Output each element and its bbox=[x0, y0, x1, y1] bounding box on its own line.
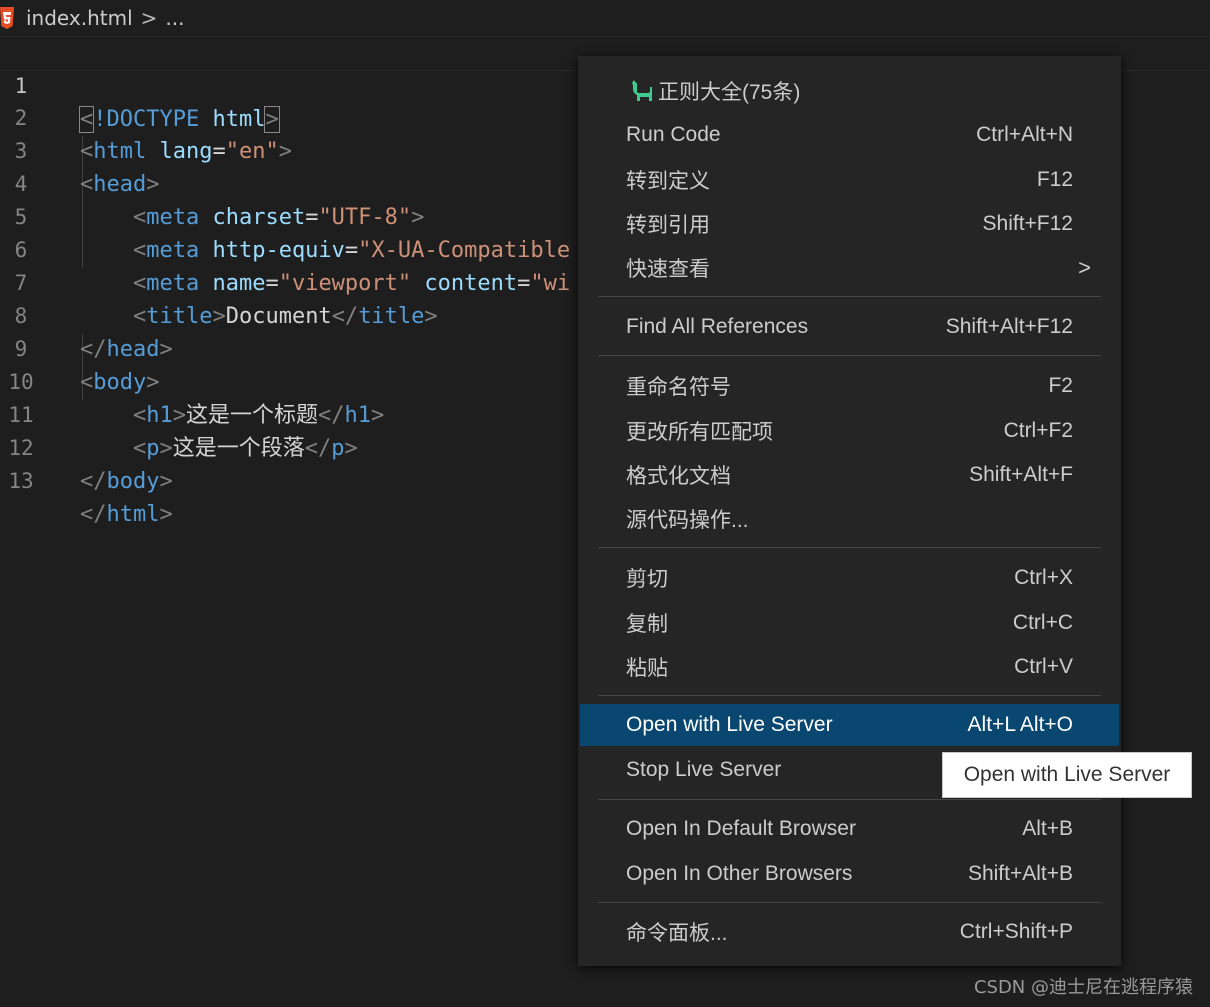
menu-item-go-to-definition[interactable]: 转到定义 F12 bbox=[580, 159, 1119, 201]
breadcrumb-file[interactable]: index.html bbox=[26, 6, 133, 30]
menu-item-copy[interactable]: 复制 Ctrl+C bbox=[580, 602, 1119, 644]
menu-item-change-all-occurrences[interactable]: 更改所有匹配项 Ctrl+F2 bbox=[580, 410, 1119, 452]
menu-item-open-other-browsers[interactable]: Open In Other Browsers Shift+Alt+B bbox=[580, 853, 1119, 895]
chevron-right-icon: > bbox=[1078, 255, 1091, 280]
breadcrumb-more[interactable]: ... bbox=[165, 6, 184, 30]
tooltip: Open with Live Server bbox=[942, 752, 1192, 798]
menu-item-open-default-browser[interactable]: Open In Default Browser Alt+B bbox=[580, 808, 1119, 850]
menu-item-go-to-references[interactable]: 转到引用 Shift+F12 bbox=[580, 203, 1119, 245]
menu-separator bbox=[598, 799, 1101, 800]
context-menu: 正则大全(75条) Run Code Ctrl+Alt+N 转到定义 F12 转… bbox=[578, 56, 1121, 966]
menu-item-cut[interactable]: 剪切 Ctrl+X bbox=[580, 557, 1119, 599]
tooltip-text: Open with Live Server bbox=[963, 763, 1171, 786]
menu-item-open-with-live-server[interactable]: Open with Live Server Alt+L Alt+O bbox=[580, 704, 1119, 746]
cat-icon bbox=[630, 79, 656, 103]
menu-item-run-code[interactable]: Run Code Ctrl+Alt+N bbox=[580, 114, 1119, 156]
watermark: CSDN @迪士尼在逃程序猿 bbox=[973, 977, 1193, 998]
menu-separator bbox=[598, 355, 1101, 356]
menu-item-paste[interactable]: 粘贴 Ctrl+V bbox=[580, 646, 1119, 688]
breadcrumb-separator: > bbox=[140, 6, 158, 30]
menu-item-label: 正则大全(75条) bbox=[658, 81, 801, 104]
menu-item-format-document[interactable]: 格式化文档 Shift+Alt+F bbox=[580, 454, 1119, 496]
menu-item-find-all-references[interactable]: Find All References Shift+Alt+F12 bbox=[580, 306, 1119, 348]
html5-icon bbox=[0, 6, 14, 30]
menu-item-command-palette[interactable]: 命令面板... Ctrl+Shift+P bbox=[580, 911, 1119, 953]
menu-item-peek[interactable]: 快速查看 > bbox=[580, 247, 1119, 289]
menu-separator bbox=[598, 296, 1101, 297]
menu-item-rename-symbol[interactable]: 重命名符号 F2 bbox=[580, 365, 1119, 407]
menu-item-source-action[interactable]: 源代码操作... bbox=[580, 498, 1119, 540]
breadcrumb: index.html > ... bbox=[0, 0, 1210, 36]
menu-item-regex[interactable]: 正则大全(75条) bbox=[580, 70, 1119, 112]
line-number: 13 bbox=[8, 469, 34, 493]
menu-separator bbox=[598, 695, 1101, 696]
menu-separator bbox=[598, 547, 1101, 548]
menu-separator bbox=[598, 902, 1101, 903]
